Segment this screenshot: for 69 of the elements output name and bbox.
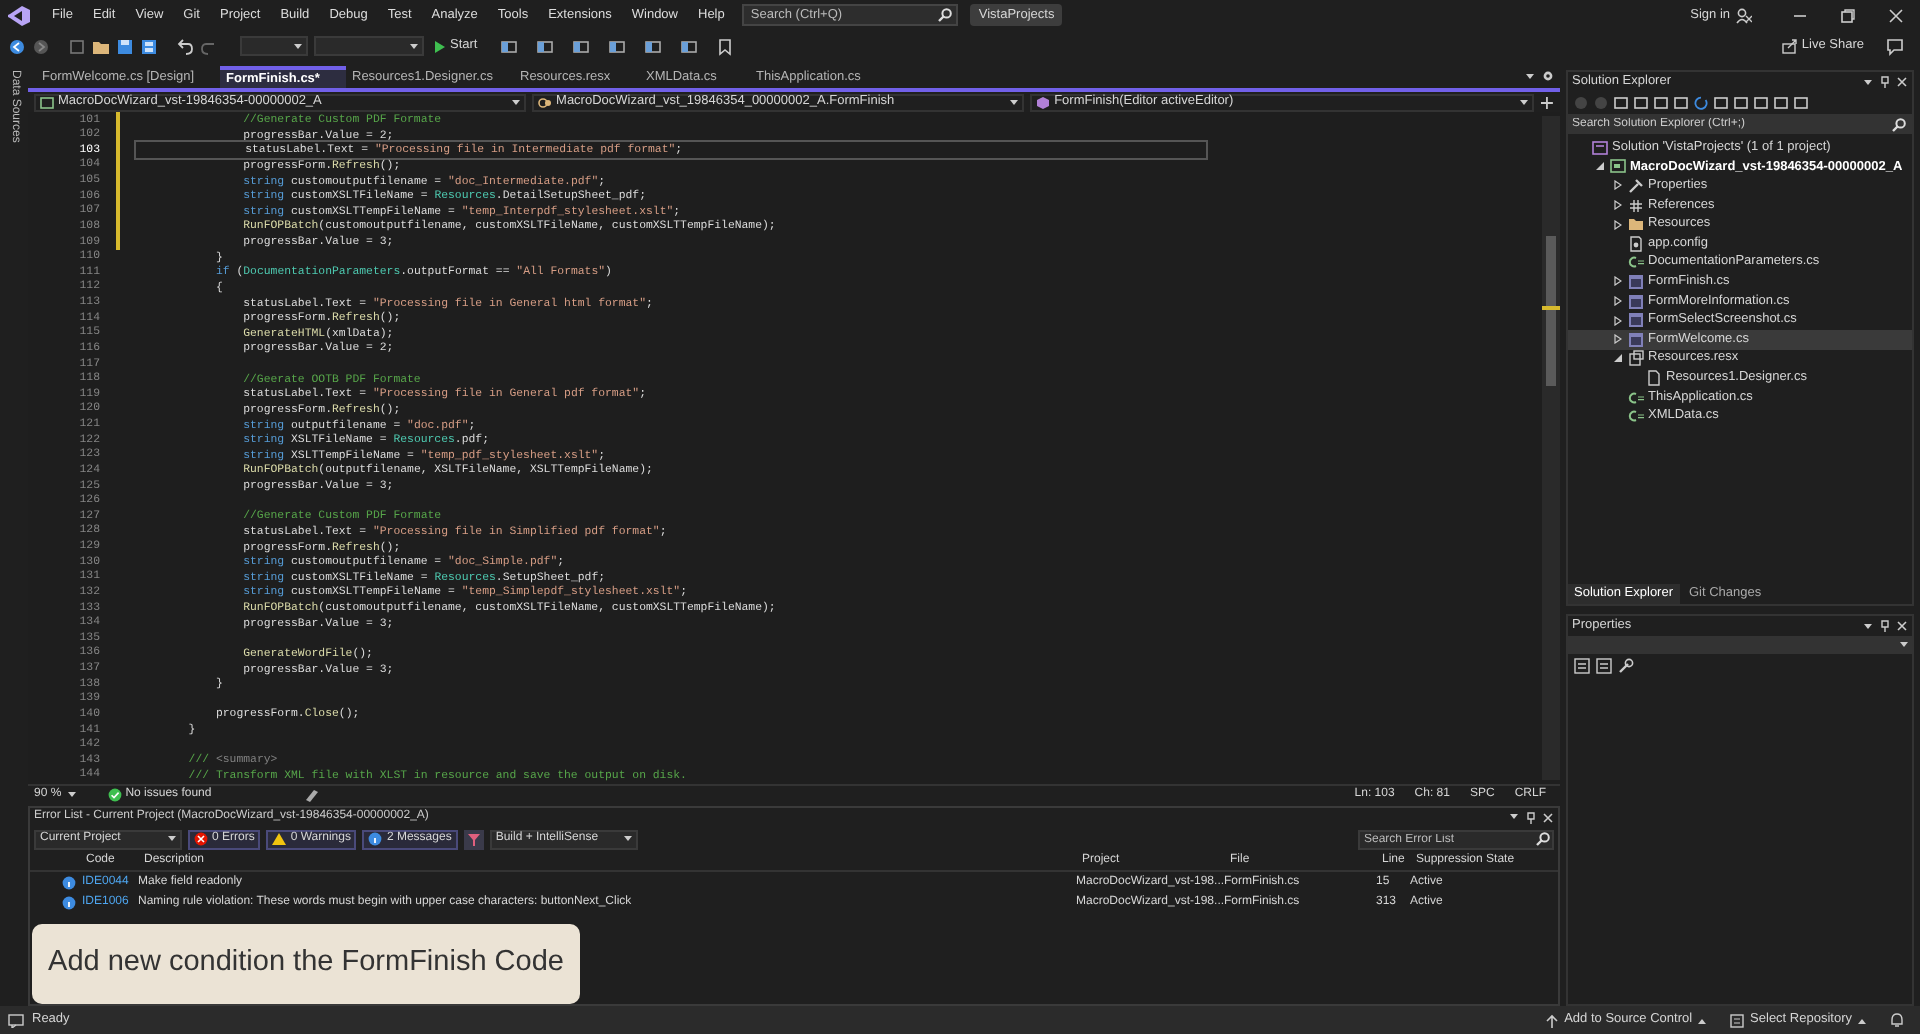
settings-icon[interactable] (1542, 70, 1554, 82)
feedback-icon[interactable] (1886, 37, 1904, 55)
references-icon (1628, 197, 1644, 214)
caret-icon (1520, 99, 1529, 105)
account-icon[interactable] (1736, 7, 1752, 23)
solution-icon (1592, 139, 1608, 156)
categorized-icon[interactable] (1574, 658, 1590, 674)
pin-icon[interactable] (1880, 76, 1890, 88)
close-icon[interactable] (1896, 620, 1908, 632)
close-icon[interactable] (1896, 76, 1908, 88)
bookmark-icon[interactable] (715, 37, 734, 55)
resx-icon (1628, 350, 1644, 367)
vertical-scrollbar[interactable] (1542, 116, 1560, 780)
split-icon[interactable] (1540, 95, 1554, 109)
caret-icon (67, 792, 76, 798)
caret-icon (1900, 642, 1908, 648)
undo-icon[interactable] (176, 37, 194, 55)
caret-icon (1864, 623, 1872, 629)
refresh-icon[interactable] (1694, 96, 1708, 110)
info-icon (62, 895, 76, 909)
error-icon (194, 832, 208, 846)
caret-icon (623, 836, 632, 842)
pin-icon[interactable] (1880, 620, 1890, 632)
bell-icon[interactable] (1890, 1012, 1904, 1028)
caption-overlay: Add new condition the FormFinish Code (32, 924, 580, 1004)
repository-icon (1730, 1013, 1745, 1027)
redo-icon[interactable] (200, 37, 218, 55)
caret-icon (294, 43, 302, 49)
close-icon[interactable] (1888, 7, 1904, 23)
check-circle-icon (107, 788, 122, 802)
wrench-icon[interactable] (1618, 658, 1634, 674)
class-icon (538, 95, 553, 109)
info-icon (62, 875, 76, 889)
file-icon (1646, 369, 1662, 386)
alphabetical-icon[interactable] (1596, 658, 1612, 674)
caret-icon (512, 99, 521, 105)
save-icon[interactable] (116, 37, 134, 55)
play-icon (434, 39, 446, 53)
caret-icon (1010, 99, 1019, 105)
caret-up-icon (1858, 1017, 1866, 1023)
search-icon[interactable] (1536, 832, 1550, 846)
caret-icon (410, 43, 418, 49)
new-item-icon[interactable] (68, 37, 86, 55)
caret-icon (1510, 814, 1518, 820)
expanded-arrow-icon[interactable] (1596, 162, 1604, 171)
config-icon (1628, 235, 1644, 252)
folder-icon (1628, 216, 1644, 233)
close-icon[interactable] (1542, 811, 1554, 823)
up-arrow-icon (1546, 1013, 1559, 1027)
search-icon[interactable] (938, 8, 953, 22)
output-icon[interactable] (8, 1013, 24, 1027)
folder-icon[interactable] (92, 37, 110, 55)
save-all-icon[interactable] (140, 37, 158, 55)
caret-icon (168, 836, 176, 842)
pin-icon[interactable] (1526, 811, 1536, 823)
warning-icon (272, 832, 287, 846)
caret-icon (1526, 74, 1534, 80)
search-icon[interactable] (1892, 117, 1906, 131)
restore-icon[interactable] (1840, 7, 1856, 23)
caret-icon (1864, 79, 1872, 85)
project-icon (1610, 158, 1626, 175)
caret-up-icon (1698, 1017, 1707, 1023)
filter-icon[interactable] (463, 829, 484, 849)
csharp-icon (1628, 254, 1644, 271)
info-icon (368, 832, 383, 846)
share-icon (1781, 38, 1798, 54)
project-icon (40, 95, 54, 109)
app-logo-icon[interactable] (8, 5, 30, 25)
expanded-arrow-icon[interactable] (1614, 354, 1622, 363)
